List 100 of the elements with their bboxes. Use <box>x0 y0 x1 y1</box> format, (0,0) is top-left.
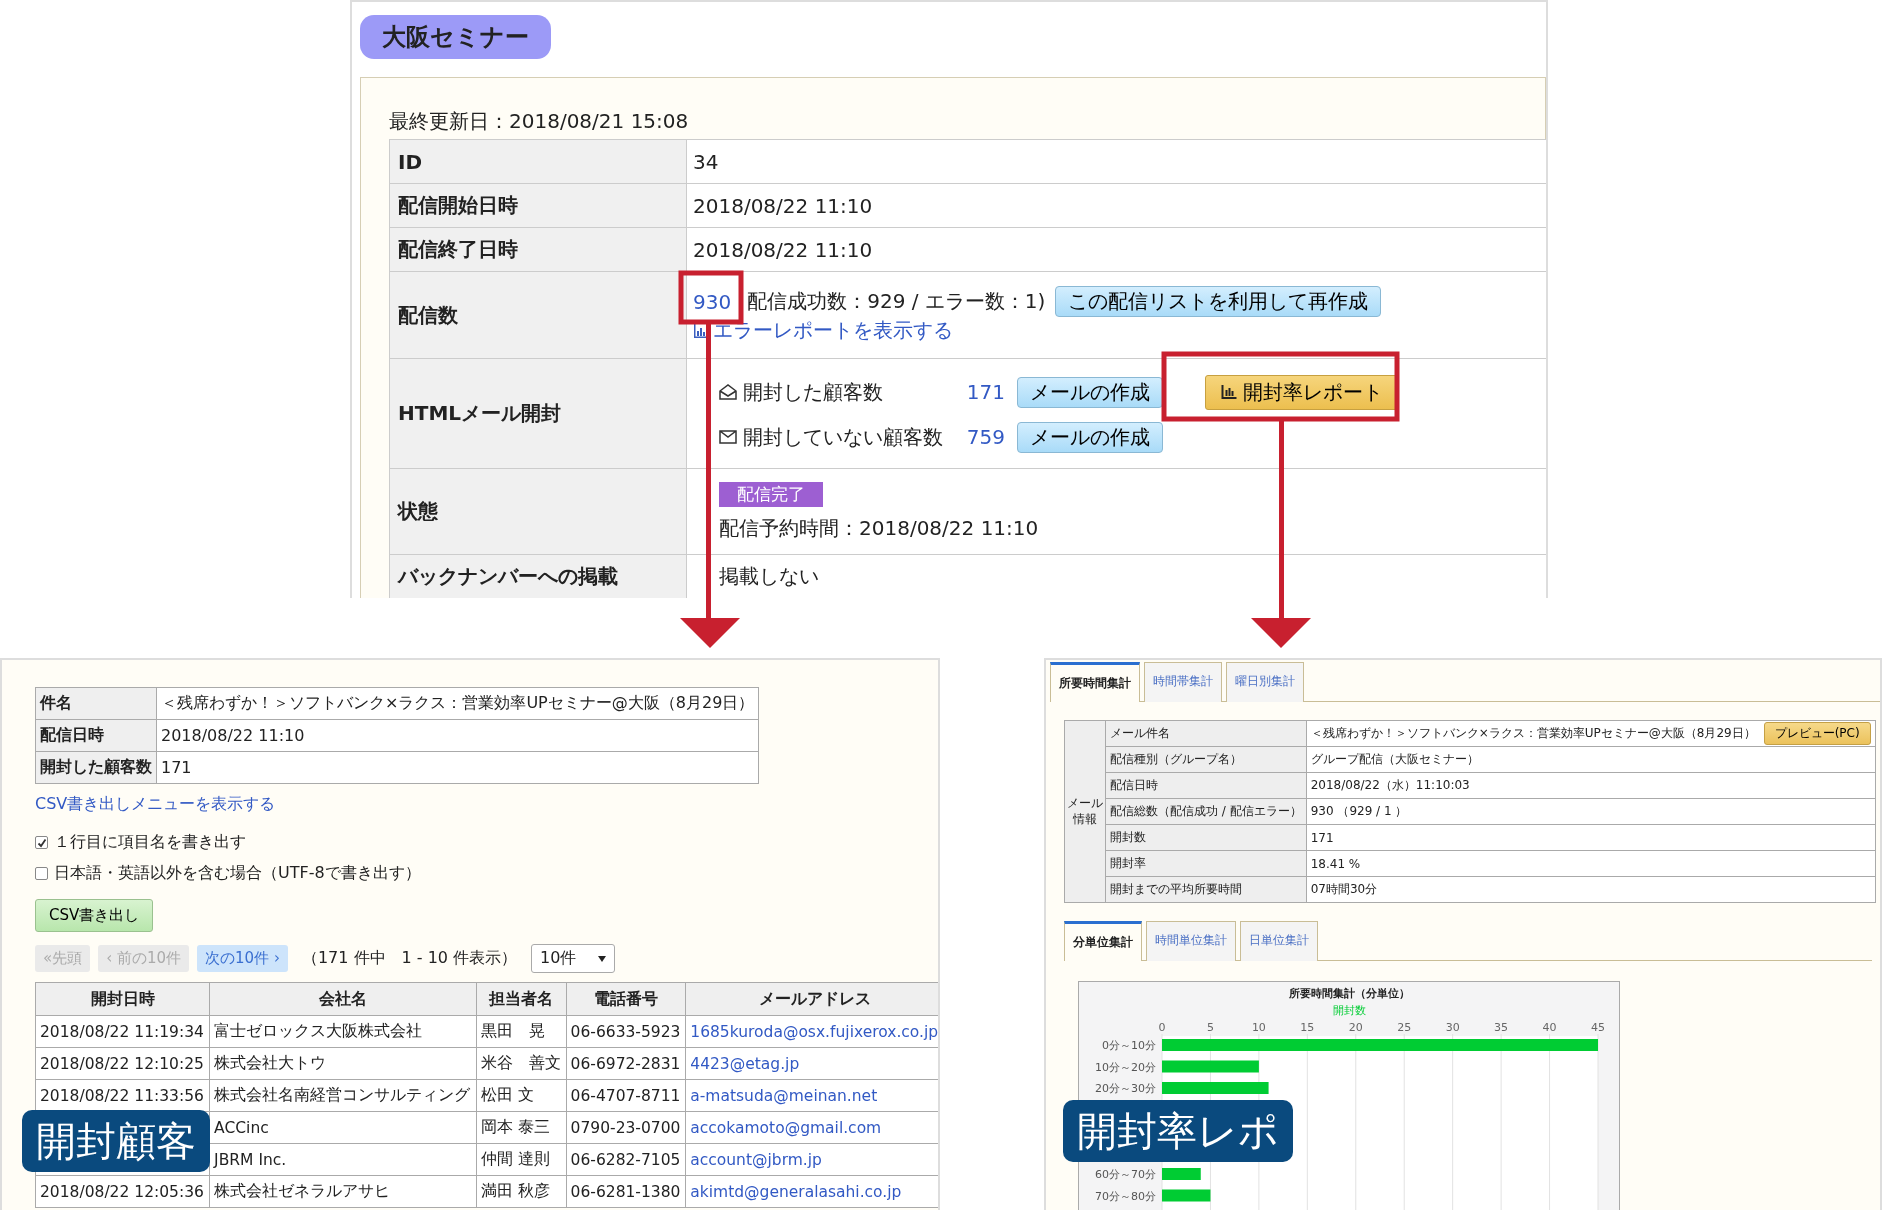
csv-menu-link[interactable]: CSV書き出しメニューを表示する <box>35 794 938 815</box>
row-label: HTMLメール開封 <box>389 358 687 469</box>
info-value: 930 （929 / 1 ） <box>1310 803 1408 820</box>
axis-tick: 45 <box>1591 1021 1605 1034</box>
table-cell: 06-6282-7105 <box>570 1150 681 1169</box>
recreate-button[interactable]: この配信リストを利用して再作成 <box>1055 286 1382 317</box>
table-cell: 2018/08/22 12:05:36 <box>40 1182 204 1201</box>
table-cell: 株式会社ゼネラルアサヒ <box>214 1182 391 1200</box>
axis-tick: 40 <box>1542 1021 1557 1034</box>
row-label: ID <box>389 139 687 184</box>
tab[interactable]: 時間単位集計 <box>1146 921 1236 961</box>
row-value: 2018/08/22 11:10 <box>693 237 873 262</box>
reservation-time: 配信予約時間：2018/08/22 11:10 <box>719 515 1040 542</box>
legend-label: 開封数 <box>1332 1004 1366 1017</box>
category-label: 10分～20分 <box>1095 1060 1156 1074</box>
callout-label: 開封顧客 <box>22 1110 210 1172</box>
count-link[interactable]: 171 <box>961 380 1005 404</box>
callout-label: 開封率レポ <box>1063 1100 1293 1162</box>
column-header: 会社名 <box>209 982 477 1016</box>
preview-button[interactable]: プレビュー(PC) <box>1763 722 1871 745</box>
table-cell: 0790-23-0700 <box>570 1118 681 1137</box>
count-link[interactable]: 930 <box>693 289 732 314</box>
pager-button[interactable]: 次の10件 › <box>197 945 288 972</box>
tab[interactable]: 分単位集計 <box>1064 921 1142 961</box>
row-value: 掲載しない <box>719 564 819 588</box>
axis-tick: 20 <box>1348 1021 1363 1034</box>
last-updated-text: 最終更新日：2018/08/21 15:08 <box>389 108 690 135</box>
opens-label: 開封していない顧客数 <box>743 423 944 451</box>
pager-info: （171 件中 1 - 10 件表示） <box>301 948 518 969</box>
table-cell: 株式会社大トウ <box>214 1054 327 1072</box>
option-label: １行目に項目名を書き出す <box>54 832 246 853</box>
table-cell: 株式会社名南経営コンサルティング <box>214 1086 471 1104</box>
table-cell: 岡本 泰三 <box>481 1118 550 1136</box>
table-cell: 2018/08/22 12:10:25 <box>40 1054 204 1073</box>
info-label: 開封までの平均所要時間 <box>1110 882 1242 896</box>
table-cell: 06-4707-8711 <box>570 1086 681 1105</box>
row-label: 配信終了日時 <box>389 227 687 272</box>
axis-tick: 5 <box>1206 1021 1214 1034</box>
chart-icon <box>693 322 709 339</box>
checkbox[interactable] <box>35 836 48 849</box>
info-label: 配信種別（グループ名） <box>1110 752 1242 766</box>
open-rate-report-button[interactable]: 開封率レポート <box>1205 374 1398 410</box>
summary-label: 件名 <box>35 687 157 720</box>
option-label: 日本語・英語以外を含む場合（UTF-8で書き出す） <box>54 863 421 884</box>
table-cell: ACCinc <box>214 1118 269 1137</box>
category-label: 60分～70分 <box>1095 1168 1156 1181</box>
table-cell: JBRM Inc. <box>214 1150 287 1169</box>
info-label: メール件名 <box>1110 726 1170 740</box>
tab[interactable]: 所要時間集計 <box>1050 662 1140 702</box>
caret-icon <box>598 955 607 962</box>
envelope-icon <box>719 384 737 400</box>
info-value: ＜残席わずか！＞ソフトバンク×ラクス：営業効率UPセミナー@大阪（8月29日） <box>1310 725 1756 742</box>
csv-export-button[interactable]: CSV書き出し <box>35 899 154 932</box>
info-value: 07時間30分 <box>1310 881 1378 898</box>
table-cell: 06-6633-5923 <box>570 1022 681 1041</box>
compose-mail-button[interactable]: メールの作成 <box>1017 376 1163 408</box>
category-label: 70分～80分 <box>1095 1189 1156 1203</box>
table-cell: 松田 文 <box>481 1086 534 1104</box>
summary-value: 171 <box>156 751 759 784</box>
table-cell: 2018/08/22 11:19:34 <box>40 1022 204 1041</box>
category-label: 0分～10分 <box>1102 1039 1156 1052</box>
info-value: グループ配信（大阪セミナー） <box>1310 751 1479 768</box>
compose-mail-button[interactable]: メールの作成 <box>1017 421 1163 453</box>
summary-label: 配信日時 <box>35 719 157 752</box>
row-label: 配信開始日時 <box>389 183 687 228</box>
table-cell: 米谷 善文 <box>481 1054 561 1072</box>
opens-label: 開封した顧客数 <box>743 378 884 406</box>
row-label: バックナンバーへの掲載 <box>389 554 687 598</box>
delivery-detail: 配信成功数：929 / エラー数：1) <box>747 288 1046 315</box>
row-value: 34 <box>693 149 719 174</box>
row-value: 2018/08/22 11:10 <box>693 193 873 218</box>
axis-tick: 15 <box>1300 1021 1315 1034</box>
info-value: 2018/08/22（水）11:10:03 <box>1310 777 1470 794</box>
row-label: 配信数 <box>389 271 687 359</box>
column-header: 電話番号 <box>566 982 686 1016</box>
count-link[interactable]: 759 <box>961 425 1005 449</box>
chart-title: 所要時間集計（分単位） <box>1288 987 1410 1000</box>
info-value: 171 <box>1310 830 1334 845</box>
summary-value: 2018/08/22 11:10 <box>156 719 759 752</box>
info-label: 開封数 <box>1110 830 1146 844</box>
table-cell: 2018/08/22 11:33:56 <box>40 1086 204 1105</box>
tab[interactable]: 曜日別集計 <box>1226 662 1304 702</box>
table-cell: 富士ゼロックス大阪株式会社 <box>214 1022 423 1040</box>
info-label: 配信日時 <box>1110 778 1158 792</box>
axis-tick: 0 <box>1158 1021 1166 1034</box>
axis-tick: 30 <box>1445 1021 1460 1034</box>
axis-tick: 10 <box>1251 1021 1266 1034</box>
highlight-frame <box>678 270 744 325</box>
page-size-select[interactable]: 10件 <box>531 944 616 973</box>
envelope-icon <box>719 430 737 444</box>
axis-tick: 35 <box>1494 1021 1509 1034</box>
tab[interactable]: 日単位集計 <box>1240 921 1318 961</box>
tab[interactable]: 時間帯集計 <box>1144 662 1222 702</box>
bar-chart-icon <box>1220 385 1237 399</box>
table-cell: 仲間 達則 <box>481 1150 550 1168</box>
summary-value: ＜残席わずか！＞ソフトバンク×ラクス：営業効率UPセミナー@大阪（8月29日） <box>156 687 759 720</box>
table-cell: 06-6972-2831 <box>570 1054 681 1073</box>
column-header: 担当者名 <box>476 982 567 1016</box>
table-cell: 満田 秋彦 <box>481 1182 550 1200</box>
checkbox[interactable] <box>35 867 48 880</box>
